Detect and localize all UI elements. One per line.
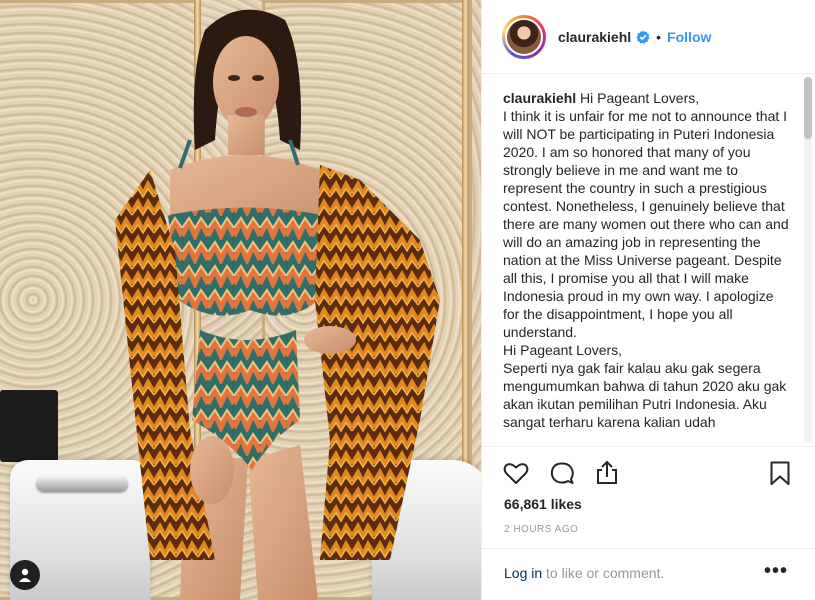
login-link[interactable]: Log in (504, 565, 542, 581)
bookmark-icon (770, 461, 790, 485)
action-bar (482, 446, 815, 498)
post-timestamp[interactable]: 2 HOURS AGO (504, 524, 578, 535)
post-side-panel: claurakiehl • Follow claurakiehl Hi Page… (481, 0, 815, 600)
verified-badge-icon (636, 30, 650, 44)
caption-text: Hi Pageant Lovers, I think it is unfair … (503, 90, 789, 430)
comment-footer: Log in to like or comment. ••• (482, 548, 815, 600)
post-photo[interactable] (0, 0, 481, 600)
post-caption: claurakiehl Hi Pageant Lovers, I think i… (503, 89, 793, 431)
save-button[interactable] (766, 459, 794, 487)
follow-button[interactable]: Follow (667, 29, 711, 45)
heart-icon (503, 463, 529, 484)
more-options-button[interactable]: ••• (764, 561, 788, 581)
model-figure (115, 9, 440, 600)
share-button[interactable] (593, 459, 621, 487)
comment-button[interactable] (548, 459, 576, 487)
caption-scroll-area[interactable]: claurakiehl Hi Pageant Lovers, I think i… (482, 75, 815, 445)
scrollbar-thumb[interactable] (804, 77, 812, 139)
username-link[interactable]: claurakiehl (558, 29, 631, 45)
story-ring[interactable] (502, 14, 546, 59)
tagged-users-button[interactable] (10, 560, 40, 590)
caption-username-link[interactable]: claurakiehl (503, 90, 576, 106)
user-tag-icon (19, 568, 31, 582)
likes-count[interactable]: 66,861 likes (504, 496, 582, 512)
avatar[interactable] (505, 17, 543, 56)
share-icon (597, 460, 617, 484)
post-header: claurakiehl • Follow (482, 0, 815, 74)
login-prompt-text: to like or comment. (542, 565, 665, 581)
separator-dot: • (656, 28, 662, 45)
comment-bubble-icon (550, 462, 574, 484)
like-button[interactable] (502, 459, 530, 487)
caption-scrollbar[interactable] (804, 77, 812, 443)
login-prompt: Log in to like or comment. (504, 565, 664, 581)
